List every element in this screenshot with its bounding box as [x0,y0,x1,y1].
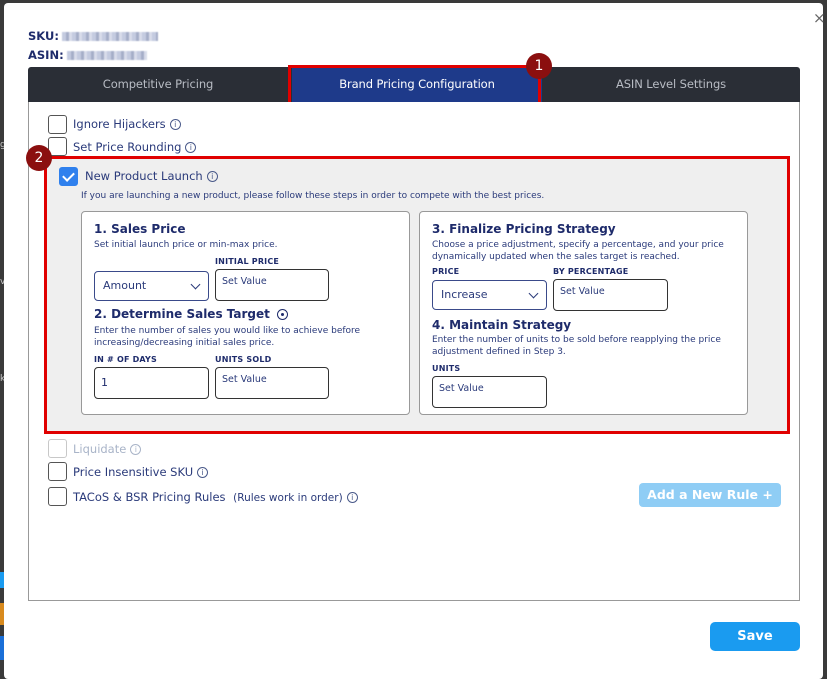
ignore-hijackers-checkbox[interactable] [48,115,67,134]
sales-price-title: 1. Sales Price [94,222,186,236]
maintain-units-input[interactable]: Set Value [432,376,547,408]
sales-price-type-select[interactable]: Amount [94,271,209,301]
info-icon[interactable]: i [206,171,218,182]
price-direction-value: Increase [441,288,488,301]
asin-label: ASIN: [28,48,64,62]
price-insensitive-label: Price Insensitive SKU [73,465,194,479]
target-icon [277,309,289,320]
price-direction-label: PRICE [432,267,460,276]
liquidate-checkbox[interactable] [48,439,67,458]
tacos-bsr-checkbox[interactable] [48,487,67,506]
tab-competitive-pricing[interactable]: Competitive Pricing [28,67,288,102]
new-product-launch-option: New Product Launch i [85,169,218,183]
set-price-rounding-label: Set Price Rounding [73,140,182,154]
sku-row: SKU: [28,29,158,43]
days-input[interactable]: 1 [94,367,209,399]
finalize-description: Choose a price adjustment, specify a per… [432,240,724,262]
tacos-bsr-option: TACoS & BSR Pricing Rules (Rules work in… [73,490,358,504]
tab-asin-level-settings[interactable]: ASIN Level Settings [542,67,800,102]
liquidate-option: Liquidate i [73,442,142,456]
close-icon[interactable]: × [813,9,826,27]
finalize-title: 3. Finalize Pricing Strategy [432,222,616,236]
maintain-title: 4. Maintain Strategy [432,318,572,332]
info-icon[interactable]: i [130,444,142,455]
chevron-down-icon [190,279,201,290]
ignore-hijackers-option: Ignore Hijackers i [73,117,181,131]
sales-target-description: Enter the number of sales you would like… [94,326,361,348]
initial-price-input[interactable]: Set Value [215,269,329,301]
percentage-input[interactable]: Set Value [553,279,668,311]
sales-price-description: Set initial launch price or min-max pric… [94,240,278,250]
tab-highlight-box [288,65,541,105]
units-sold-label: UNITS SOLD [215,355,272,364]
add-new-rule-button[interactable]: Add a New Rule + [639,483,781,507]
days-label: IN # OF DAYS [94,355,158,364]
initial-price-label: INITIAL PRICE [215,257,280,266]
info-icon[interactable]: i [185,142,197,153]
annotation-badge-2: 2 [26,145,52,171]
chevron-down-icon [528,288,539,299]
info-icon[interactable]: i [346,492,358,503]
price-insensitive-checkbox[interactable] [48,462,67,481]
sku-label: SKU: [28,29,59,43]
ignore-hijackers-label: Ignore Hijackers [73,117,166,131]
new-product-launch-description: If you are launching a new product, plea… [81,191,545,201]
info-icon[interactable]: i [169,119,181,130]
set-price-rounding-option: Set Price Rounding i [73,140,197,154]
pricing-modal: × SKU: ASIN: Competitive Pricing Brand P… [4,3,826,679]
sales-target-title-text: 2. Determine Sales Target [94,307,270,321]
units-sold-input[interactable]: Set Value [215,367,329,399]
asin-row: ASIN: [28,48,147,62]
save-button[interactable]: Save [710,622,800,651]
percentage-label: BY PERCENTAGE [553,267,629,276]
info-icon[interactable]: i [197,467,209,478]
maintain-description: Enter the number of units to be sold bef… [432,335,721,357]
new-product-launch-checkbox[interactable] [59,167,78,186]
liquidate-label: Liquidate [73,442,127,456]
tacos-bsr-label: TACoS & BSR Pricing Rules [73,490,226,504]
new-product-launch-section: New Product Launch i If you are launching… [44,156,790,434]
asin-value-redacted [66,51,147,60]
price-insensitive-option: Price Insensitive SKU i [73,465,209,479]
steps-3-4-card: 3. Finalize Pricing Strategy Choose a pr… [419,211,748,415]
maintain-units-label: UNITS [432,364,461,373]
sales-price-type-value: Amount [103,279,147,292]
sku-value-redacted [61,32,158,41]
annotation-badge-1: 1 [526,53,552,79]
steps-1-2-card: 1. Sales Price Set initial launch price … [81,211,410,415]
sales-target-title: 2. Determine Sales Target [94,307,289,321]
new-product-launch-label: New Product Launch [85,169,203,183]
price-direction-select[interactable]: Increase [432,280,547,310]
tacos-bsr-sublabel: (Rules work in order) [233,492,343,504]
